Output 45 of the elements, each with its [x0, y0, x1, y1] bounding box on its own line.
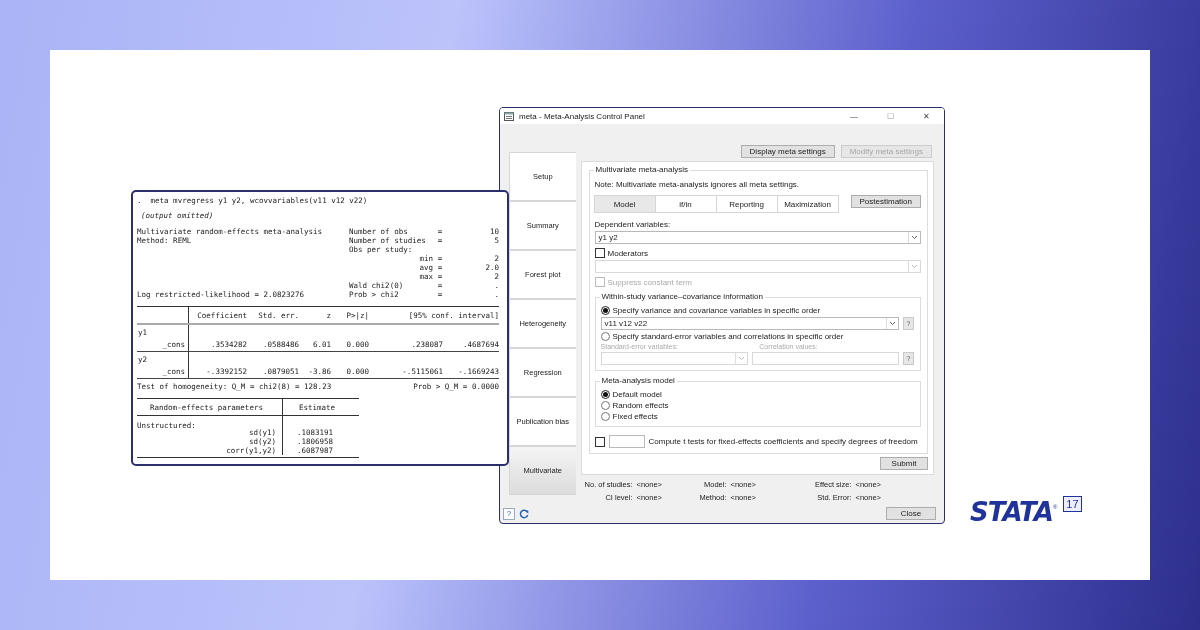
radio-label: Specify variance and covariance variables in specific order [612, 306, 821, 315]
radio-button[interactable] [600, 401, 610, 410]
radio-label: Specify standard-error variables and correlations in specific order [612, 332, 844, 341]
checkbox-label: Compute t tests for fixed-effects coefficients and specify degrees of freedom [648, 437, 918, 446]
radio-button[interactable] [600, 412, 610, 421]
logo-wordmark: STATA [970, 496, 1053, 528]
tab[interactable]: if/in [654, 195, 717, 213]
field-label: Dependent variables: [594, 220, 672, 229]
radio-label: Fixed effects [612, 412, 658, 421]
submit-button[interactable]: Submit [880, 457, 928, 470]
tab[interactable]: Reporting [715, 195, 778, 213]
chevron-down-icon [911, 264, 918, 269]
checkbox-label: Suppress constant term [607, 277, 692, 287]
window-title: meta - Meta-Analysis Control Panel [519, 111, 645, 121]
group-title: Within-study variance–covariance information [599, 292, 765, 301]
checkbox[interactable] [594, 436, 605, 447]
radio-label: Random effects [612, 401, 669, 410]
settings-button[interactable]: Display meta settings [740, 145, 835, 158]
checkbox-label: Moderators [607, 248, 648, 258]
version-badge: 17 [1063, 496, 1082, 512]
dropdown[interactable]: y1 y2 [594, 231, 921, 244]
window-icon [504, 111, 514, 121]
input-field[interactable] [608, 435, 645, 448]
chevron-down-icon [911, 235, 918, 240]
radio-button[interactable] [600, 306, 610, 315]
note-text: Note: Multivariate meta-analysis ignores all meta settings. [594, 180, 801, 189]
radio-button[interactable] [600, 390, 610, 399]
help-button[interactable]: ? [503, 507, 515, 520]
group-title: Meta-analysis model [599, 376, 677, 385]
postestimation-button[interactable]: Postestimation [850, 195, 921, 208]
input-field[interactable] [751, 352, 899, 365]
refresh-icon[interactable] [519, 508, 529, 519]
group-title: Multivariate meta-analysis [593, 165, 690, 174]
window-control[interactable]: ✕ [908, 111, 944, 121]
chevron-down-icon [889, 321, 896, 326]
checkbox[interactable] [594, 248, 605, 258]
tab[interactable]: Model [593, 195, 656, 213]
tab[interactable]: Maximization [776, 195, 839, 213]
radio-label: Default model [612, 390, 662, 399]
window-control[interactable]: — [836, 111, 872, 121]
dropdown[interactable] [600, 352, 748, 365]
close-button[interactable]: Close [886, 507, 936, 520]
chevron-down-icon [737, 356, 745, 361]
dropdown[interactable]: v11 v12 v22 [600, 317, 899, 330]
radio-button[interactable] [600, 332, 610, 341]
